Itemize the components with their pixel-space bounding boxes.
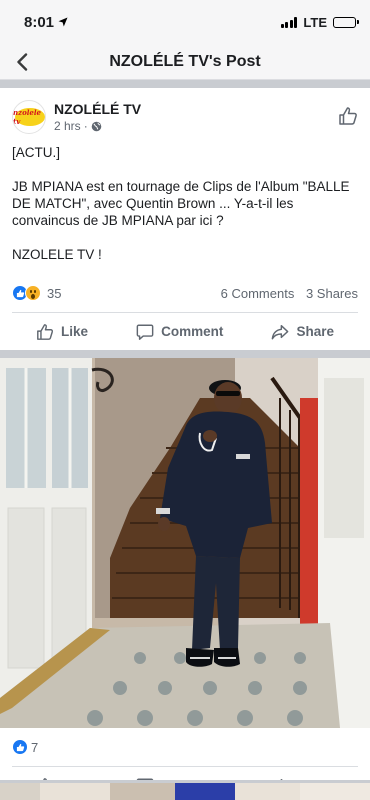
post-text-line: JB MPIANA est en tournage de Clips de l'… xyxy=(12,179,350,228)
page-title: NZOLÉLÉ TV's Post xyxy=(109,52,261,70)
avatar-logo-text: nzolele tv xyxy=(13,108,41,126)
post-header: nzolele tv NZOLÉLÉ TV 2 hrs · xyxy=(0,88,370,142)
section-divider xyxy=(0,350,370,358)
post-time[interactable]: 2 hrs xyxy=(54,119,81,133)
signal-icon xyxy=(280,16,298,28)
photo-reaction-icons[interactable]: 7 xyxy=(12,739,38,755)
shares-count[interactable]: 3 Shares xyxy=(306,286,358,301)
thumbs-up-icon xyxy=(339,107,357,125)
share-label: Share xyxy=(296,324,334,339)
like-reaction-icon xyxy=(12,739,28,755)
post-actions: Like Comment Share xyxy=(12,312,358,350)
battery-icon xyxy=(333,16,359,28)
status-bar: 8:01 LTE xyxy=(0,0,370,44)
photo-illustration xyxy=(0,358,370,728)
comments-count[interactable]: 6 Comments xyxy=(221,286,295,301)
share-arrow-icon xyxy=(272,324,289,339)
chevron-left-icon xyxy=(17,53,28,71)
post-meta: 2 hrs · xyxy=(54,119,141,133)
comment-button[interactable]: Comment xyxy=(136,323,223,341)
next-photo-illustration xyxy=(0,780,370,800)
next-photo-preview[interactable] xyxy=(0,780,370,800)
like-button[interactable]: Like xyxy=(36,323,88,341)
carrier-label: LTE xyxy=(303,14,327,30)
comment-label: Comment xyxy=(161,324,224,339)
globe-icon xyxy=(91,121,101,131)
status-indicators: LTE xyxy=(280,14,359,30)
status-time-group: 8:01 xyxy=(24,14,68,31)
author-name[interactable]: NZOLÉLÉ TV xyxy=(54,101,141,117)
back-button[interactable] xyxy=(10,48,34,76)
post-body: [ACTU.] JB MPIANA est en tournage de Cli… xyxy=(0,142,370,263)
post-text-line: NZOLELE TV ! xyxy=(12,247,102,262)
meta-dot: · xyxy=(83,119,88,133)
thumbs-up-icon xyxy=(37,323,54,340)
section-divider xyxy=(0,80,370,88)
photo-reaction-count[interactable]: 7 xyxy=(31,740,38,755)
reaction-icons[interactable]: 35 xyxy=(12,285,61,301)
status-time: 8:01 xyxy=(24,13,55,31)
post-card: nzolele tv NZOLÉLÉ TV 2 hrs · [ACTU.] JB… xyxy=(0,88,370,350)
post-text-line: [ACTU.] xyxy=(12,145,61,160)
wow-reaction-icon xyxy=(25,285,41,301)
engagement-counts: 6 Comments 3 Shares xyxy=(221,286,358,301)
reaction-count[interactable]: 35 xyxy=(47,286,61,301)
location-arrow-icon xyxy=(58,17,68,27)
header-like-button[interactable] xyxy=(338,106,358,131)
author-block: NZOLÉLÉ TV 2 hrs · xyxy=(54,101,141,133)
post-photo[interactable] xyxy=(0,358,370,728)
nav-bar: NZOLÉLÉ TV's Post xyxy=(0,44,370,80)
reactions-summary: 35 6 Comments 3 Shares xyxy=(0,280,370,306)
share-button[interactable]: Share xyxy=(271,323,334,341)
like-label: Like xyxy=(61,324,89,339)
photo-reactions-summary: 7 xyxy=(0,728,370,766)
speech-bubble-icon xyxy=(136,324,154,340)
avatar[interactable]: nzolele tv xyxy=(12,100,46,134)
